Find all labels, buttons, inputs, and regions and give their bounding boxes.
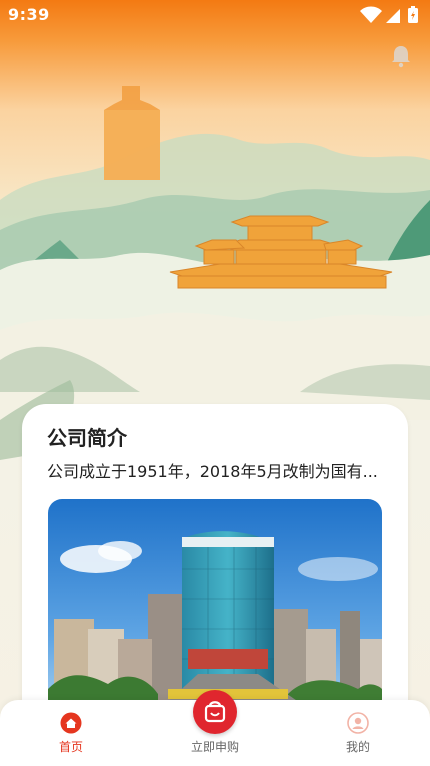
status-bar: 9:39 xyxy=(0,0,430,30)
status-time: 9:39 xyxy=(8,5,50,24)
nav-label-apply: 立即申购 xyxy=(190,740,239,754)
apply-button-circle xyxy=(193,690,237,734)
card-description: 公司成立于1951年，2018年5月改制为国有... xyxy=(47,462,378,481)
battery-icon xyxy=(408,6,418,23)
shopping-bag-icon xyxy=(204,701,226,723)
signal-icon xyxy=(386,9,400,23)
nav-item-home[interactable]: 首页 xyxy=(21,700,121,766)
nav-label-mine: 我的 xyxy=(345,740,370,754)
status-indicators xyxy=(360,6,418,23)
card-title: 公司简介 xyxy=(47,426,127,450)
nav-label-home: 首页 xyxy=(58,740,83,754)
nav-item-apply[interactable]: 立即申购 xyxy=(165,690,265,766)
notification-bell-icon[interactable] xyxy=(390,44,412,68)
nav-item-mine[interactable]: 我的 xyxy=(308,700,408,766)
home-icon xyxy=(60,712,82,734)
user-icon xyxy=(347,712,369,734)
wifi-icon xyxy=(360,6,382,23)
bottom-navigation: 首页 立即申购 我的 xyxy=(0,690,430,766)
